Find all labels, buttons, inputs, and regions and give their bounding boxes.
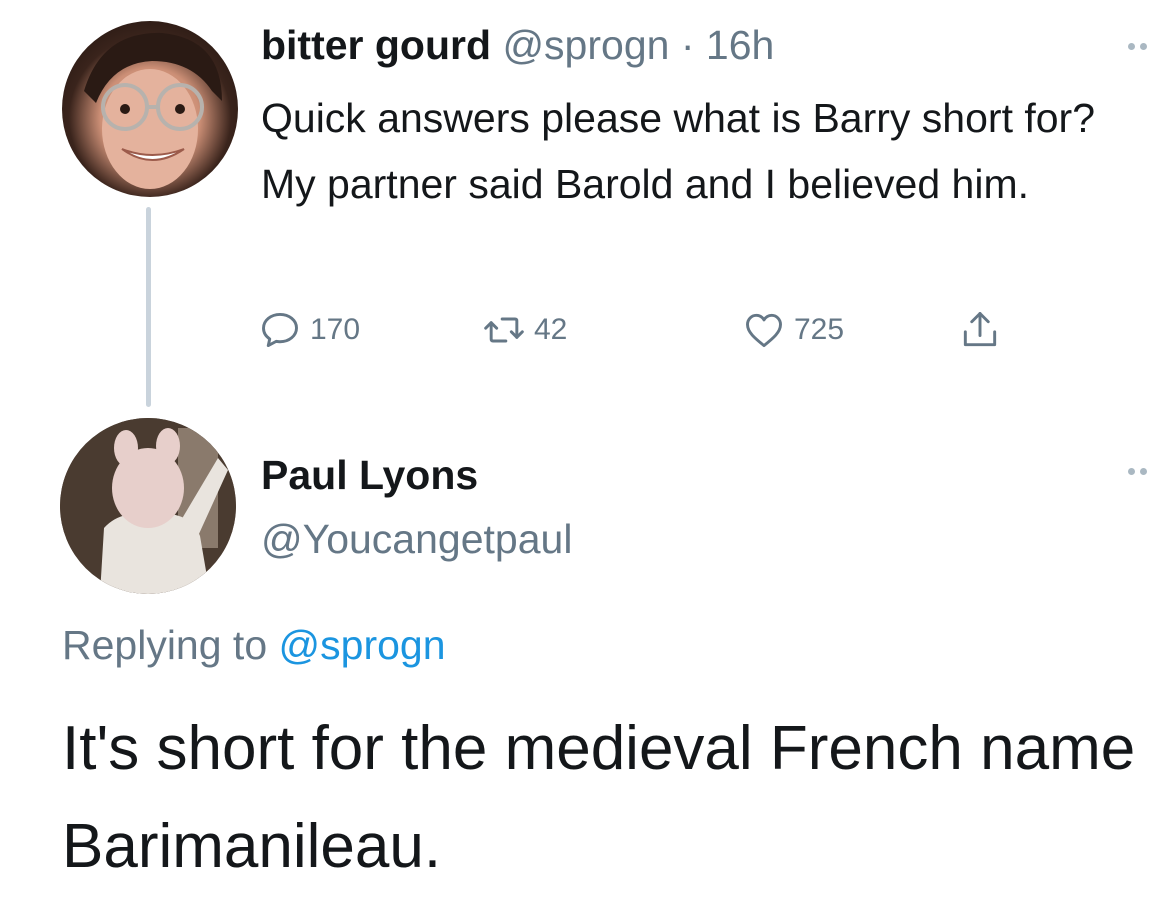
tweet-text: Quick answers please what is Barry short… — [261, 95, 1095, 207]
thread-line — [146, 207, 151, 407]
user-handle[interactable]: @sprogn — [502, 22, 669, 68]
share-button[interactable] — [958, 300, 1010, 360]
replying-mention-link[interactable]: @sprogn — [279, 622, 446, 668]
reply-count: 170 — [310, 313, 361, 346]
reply-button[interactable]: 170 — [258, 300, 360, 360]
tweet-header: bitter gourd @sprogn · 16h — [261, 20, 774, 70]
retweet-button[interactable]: 42 — [482, 300, 567, 360]
like-count: 725 — [794, 313, 845, 346]
avatar-photo — [84, 32, 222, 189]
replying-to: Replying to @sprogn — [62, 620, 446, 670]
tweet-time[interactable]: 16h — [706, 22, 774, 68]
retweet-icon — [484, 317, 524, 343]
more-icon[interactable] — [1126, 465, 1158, 477]
original-tweet[interactable]: bitter gourd @sprogn · 16h Quick answers… — [0, 0, 1162, 410]
replying-label: Replying to — [62, 622, 268, 668]
display-name[interactable]: Paul Lyons — [261, 450, 478, 500]
retweet-count: 42 — [534, 313, 568, 346]
share-icon — [963, 312, 997, 347]
display-name[interactable]: bitter gourd — [261, 22, 491, 68]
like-button[interactable]: 725 — [742, 300, 844, 360]
tweet-actions: 170 42 725 — [258, 300, 1158, 360]
more-icon[interactable] — [1126, 40, 1158, 52]
separator-dot: · — [680, 22, 695, 68]
avatar[interactable] — [60, 418, 236, 594]
user-handle[interactable]: @Youcangetpaul — [261, 514, 572, 564]
reply-icon — [262, 312, 298, 348]
avatar[interactable] — [62, 21, 238, 197]
heart-icon — [746, 313, 782, 348]
avatar-photo — [60, 418, 236, 594]
tweet-text: It's short for the medieval French name … — [62, 714, 1136, 881]
